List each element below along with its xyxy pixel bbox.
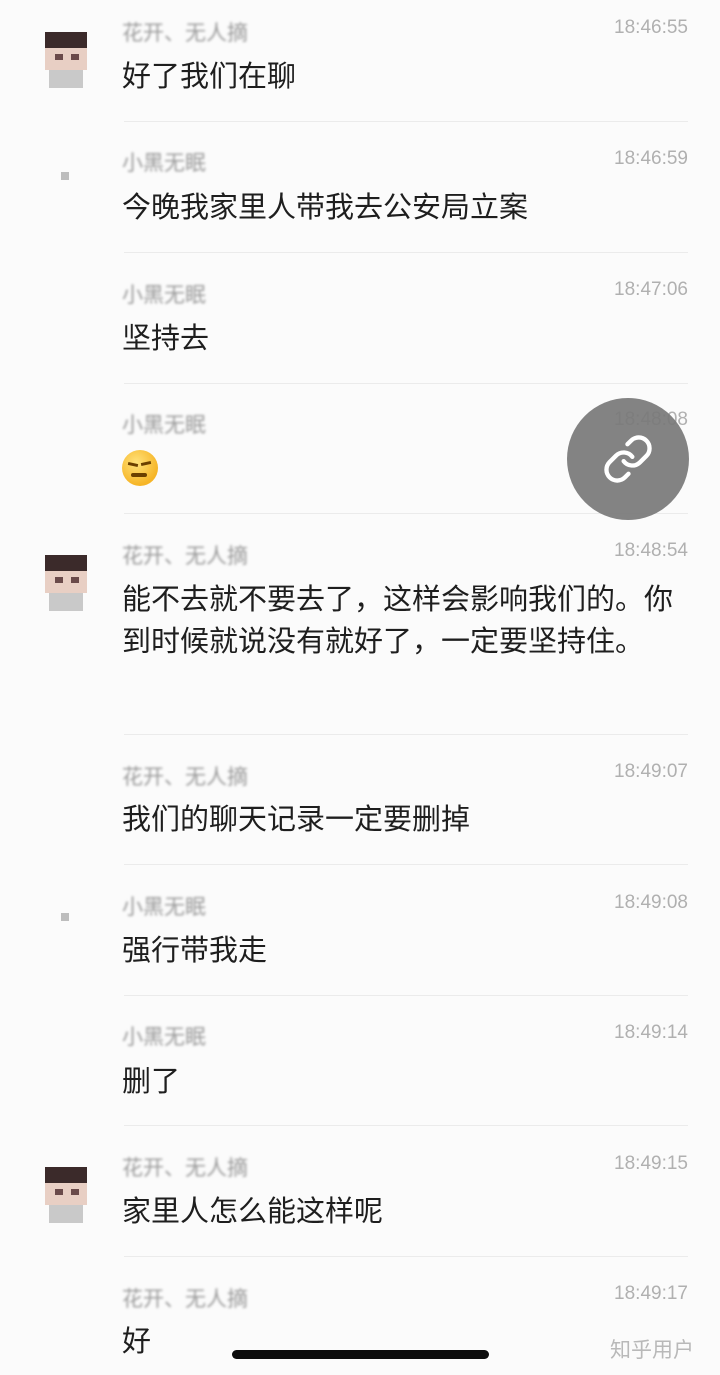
avatar[interactable] [33, 545, 99, 611]
divider [124, 864, 688, 865]
sender-name: 小黑无眠 [122, 1025, 206, 1049]
link-icon [604, 435, 652, 483]
message-text: 好了我们在聊 [122, 59, 297, 93]
message-time: 18:49:08 [614, 892, 688, 913]
divider [124, 252, 688, 253]
message-time: 18:49:15 [614, 1153, 688, 1174]
message-time: 18:47:06 [614, 279, 688, 300]
avatar[interactable] [33, 1157, 99, 1223]
message-time: 18:49:07 [614, 761, 688, 782]
divider [124, 995, 688, 996]
sender-name: 花开、无人摘 [122, 1156, 248, 1180]
message-time: 18:48:54 [614, 540, 688, 561]
divider [124, 1125, 688, 1126]
divider [124, 1256, 688, 1257]
message-text: 能不去就不要去了，这样会影响我们的。你到时候就说没有就好了，一定要坚持住。 [122, 582, 674, 658]
divider [124, 734, 688, 735]
message-time: 18:46:59 [614, 148, 688, 169]
watermark: 知乎用户 [610, 1338, 694, 1362]
message-time: 18:46:55 [614, 17, 688, 38]
message-text: 今晚我家里人带我去公安局立案 [122, 190, 529, 224]
sender-name: 小黑无眠 [122, 283, 206, 307]
divider [124, 383, 688, 384]
sender-name: 花开、无人摘 [122, 544, 248, 568]
sender-name: 小黑无眠 [122, 895, 206, 919]
sender-name: 花开、无人摘 [122, 21, 248, 45]
home-indicator[interactable] [232, 1350, 489, 1359]
share-link-button[interactable] [567, 398, 689, 520]
sender-name: 花开、无人摘 [122, 1287, 248, 1311]
message-text: 强行带我走 [122, 933, 268, 967]
facepalm-emoji-icon [122, 450, 158, 486]
message-text: 家里人怎么能这样呢 [122, 1194, 384, 1228]
sender-name: 花开、无人摘 [122, 765, 248, 789]
sender-name: 小黑无眠 [122, 413, 206, 437]
message-text: 我们的聊天记录一定要删掉 [122, 802, 471, 836]
sender-name: 小黑无眠 [122, 151, 206, 175]
avatar-placeholder [61, 172, 69, 180]
message-text: 坚持去 [122, 321, 210, 355]
avatar-placeholder [61, 913, 69, 921]
divider [124, 121, 688, 122]
message-text: 删了 [122, 1064, 181, 1098]
avatar[interactable] [33, 22, 99, 88]
message-time: 18:49:17 [614, 1283, 688, 1304]
message-time: 18:49:14 [614, 1022, 688, 1043]
